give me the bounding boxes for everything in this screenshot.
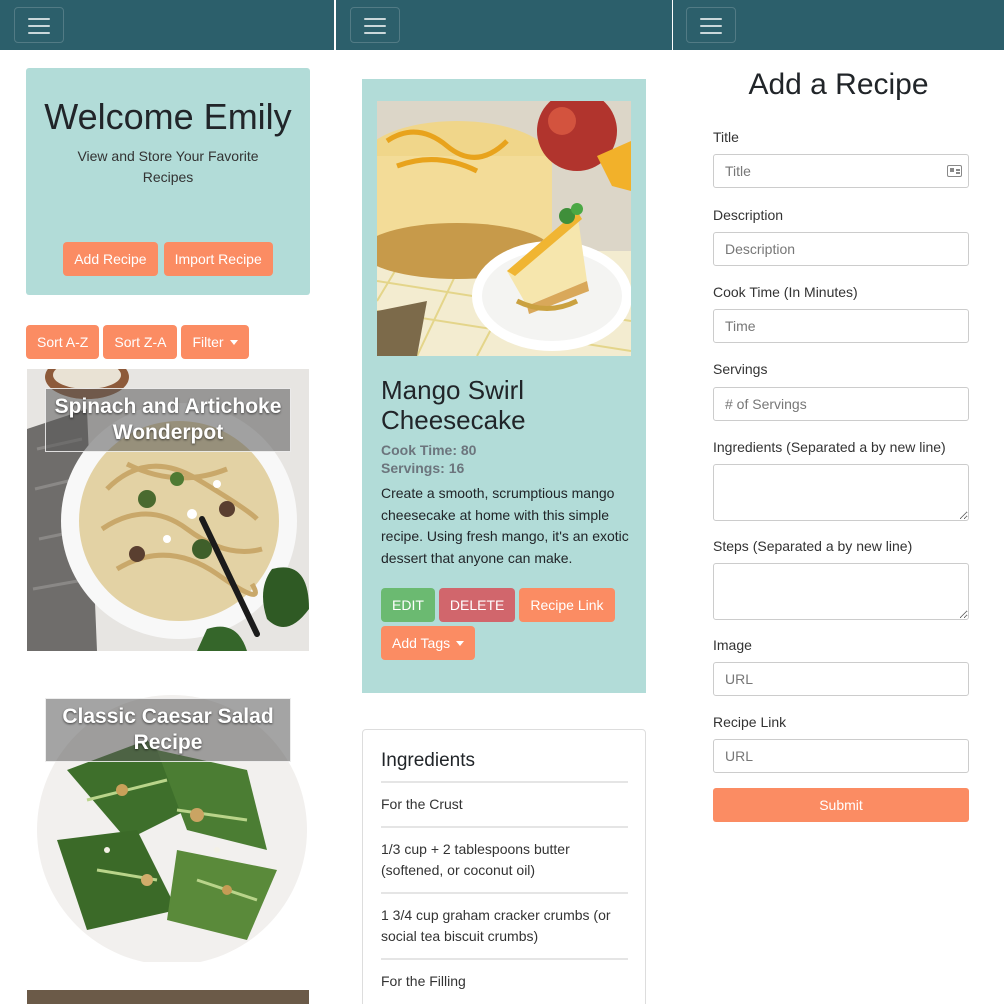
steps-label: Steps (Separated a by new line)	[713, 538, 913, 554]
image-label: Image	[713, 637, 752, 653]
image-url-input[interactable]	[713, 662, 969, 696]
add-recipe-screen: Add a Recipe Title Description Cook Time…	[673, 0, 1004, 1004]
list-item: For the Filling	[381, 957, 628, 1003]
home-screen: Welcome Emily View and Store Your Favori…	[0, 0, 334, 1004]
servings-input[interactable]	[713, 387, 969, 421]
sort-toolbar: Sort A-Z Sort Z-A Filter	[26, 325, 249, 359]
navbar	[336, 0, 672, 50]
import-recipe-button[interactable]: Import Recipe	[163, 242, 273, 276]
cook-time-label: Cook Time (In Minutes)	[713, 284, 858, 300]
cook-time-input[interactable]	[713, 309, 969, 343]
filter-dropdown-button[interactable]: Filter	[181, 325, 249, 359]
add-tags-label: Add Tags	[392, 635, 451, 651]
navbar	[673, 0, 1004, 50]
sort-az-button[interactable]: Sort A-Z	[26, 325, 100, 359]
title-input[interactable]	[713, 154, 969, 188]
list-item: For the Crust	[381, 781, 628, 826]
caret-down-icon	[456, 640, 465, 646]
filter-label: Filter	[192, 334, 224, 350]
card-title: Classic Caesar Salad Recipe	[45, 698, 291, 762]
recipe-link-button[interactable]: Recipe Link	[519, 588, 615, 622]
recipe-card-caesar[interactable]: Classic Caesar Salad Recipe	[27, 680, 309, 962]
welcome-card: Welcome Emily View and Store Your Favori…	[26, 68, 310, 295]
ingredients-heading: Ingredients	[381, 750, 476, 771]
recipe-title: Mango Swirl Cheesecake	[381, 375, 526, 435]
recipe-detail-screen: Mango Swirl Cheesecake Cook Time: 80 Ser…	[336, 0, 672, 1004]
servings-label: Servings	[713, 361, 768, 377]
ingredients-textarea[interactable]	[713, 464, 969, 521]
welcome-title: Welcome Emily	[44, 96, 292, 137]
cook-time: Cook Time: 80	[381, 442, 477, 458]
servings: Servings: 16	[381, 460, 465, 476]
recipe-link-label: Recipe Link	[713, 714, 787, 730]
description-input[interactable]	[713, 232, 969, 266]
edit-button[interactable]: EDIT	[381, 588, 435, 622]
form-title: Add a Recipe	[748, 68, 929, 101]
description-label: Description	[713, 207, 784, 223]
recipe-card-spinach[interactable]: Spinach and Artichoke Wonderpot	[27, 369, 309, 651]
hamburger-menu-icon[interactable]	[686, 7, 736, 43]
caret-down-icon	[229, 339, 238, 345]
title-label: Title	[713, 129, 739, 145]
card-title: Spinach and Artichoke Wonderpot	[45, 388, 291, 452]
add-tags-dropdown-button[interactable]: Add Tags	[381, 626, 476, 660]
id-card-icon	[947, 165, 962, 177]
ingredients-panel: Ingredients For the Crust 1/3 cup + 2 ta…	[362, 729, 646, 1004]
steps-textarea[interactable]	[713, 563, 969, 620]
navbar	[0, 0, 334, 50]
recipe-detail-card: Mango Swirl Cheesecake Cook Time: 80 Ser…	[362, 79, 646, 693]
tag-actions: Add Tags	[381, 626, 476, 660]
list-item: 1 3/4 cup graham cracker crumbs (or soci…	[381, 891, 628, 958]
recipe-image	[377, 101, 631, 356]
list-item: 1/3 cup + 2 tablespoons butter (softened…	[381, 825, 628, 892]
hamburger-menu-icon[interactable]	[350, 7, 400, 43]
cheesecake-photo	[377, 101, 631, 356]
submit-button[interactable]: Submit	[713, 788, 969, 822]
sort-za-button[interactable]: Sort Z-A	[103, 325, 178, 359]
delete-button[interactable]: DELETE	[438, 588, 516, 622]
ingredients-label: Ingredients (Separated a by new line)	[713, 439, 946, 455]
ingredients-list: For the Crust 1/3 cup + 2 tablespoons bu…	[381, 781, 628, 1002]
recipe-actions: EDIT DELETE Recipe Link	[381, 588, 615, 622]
recipe-link-input[interactable]	[713, 739, 969, 773]
welcome-subtitle: View and Store Your Favorite Recipes	[77, 148, 259, 185]
recipe-card-next[interactable]	[27, 990, 309, 1004]
recipe-description: Create a smooth, scrumptious mango chees…	[381, 485, 629, 566]
hamburger-menu-icon[interactable]	[14, 7, 64, 43]
add-recipe-button[interactable]: Add Recipe	[63, 242, 158, 276]
